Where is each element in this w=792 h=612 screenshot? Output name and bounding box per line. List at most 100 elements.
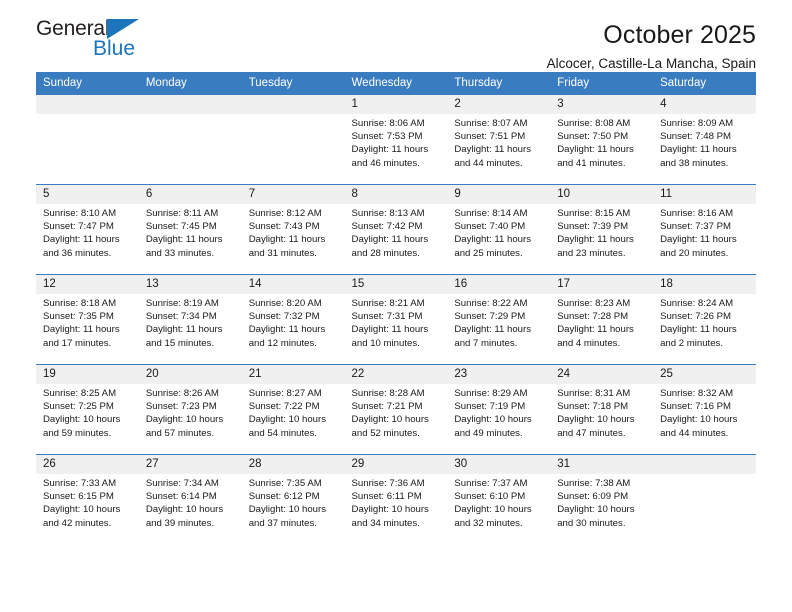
daylight-text-line1: Daylight: 11 hours [248, 324, 326, 336]
day-number: 17 [550, 275, 654, 294]
sunset-text: Sunset: 7:28 PM [557, 311, 629, 323]
day-cell: 29 Sunrise: 7:36 AM Sunset: 6:11 PM Dayl… [344, 454, 448, 545]
day-number: 27 [138, 455, 242, 474]
sunset-text: Sunset: 7:43 PM [248, 221, 320, 233]
day-cell: 1 Sunrise: 8:06 AM Sunset: 7:53 PM Dayli… [344, 94, 448, 185]
sunrise-text: Sunrise: 8:10 AM [43, 208, 117, 219]
day-details: Sunrise: 8:21 AM Sunset: 7:31 PM Dayligh… [345, 294, 448, 350]
sunset-text: Sunset: 7:47 PM [43, 221, 114, 233]
day-details: Sunrise: 8:31 AM Sunset: 7:18 PM Dayligh… [550, 384, 653, 440]
day-cell: 18 Sunrise: 8:24 AM Sunset: 7:26 PM Dayl… [653, 274, 756, 365]
sunset-text: Sunset: 7:42 PM [351, 221, 423, 233]
daylight-text-line1: Daylight: 10 hours [454, 504, 532, 516]
day-details: Sunrise: 8:06 AM Sunset: 7:53 PM Dayligh… [345, 114, 448, 170]
sunrise-text: Sunrise: 8:25 AM [43, 388, 117, 399]
day-details: Sunrise: 7:35 AM Sunset: 6:12 PM Dayligh… [242, 474, 345, 530]
day-cell: 11 Sunrise: 8:16 AM Sunset: 7:37 PM Dayl… [653, 184, 756, 275]
daylight-text-line2: and 42 minutes. [43, 517, 112, 529]
sunrise-text: Sunrise: 8:16 AM [660, 208, 734, 219]
daylight-text-line2: and 4 minutes. [557, 337, 621, 349]
sunrise-text: Sunrise: 8:28 AM [351, 388, 425, 399]
sunrise-text: Sunrise: 7:36 AM [351, 478, 425, 489]
day-cell: 25 Sunrise: 8:32 AM Sunset: 7:16 PM Dayl… [653, 364, 756, 455]
day-cell: 22 Sunrise: 8:28 AM Sunset: 7:21 PM Dayl… [344, 364, 448, 455]
day-details: Sunrise: 8:22 AM Sunset: 7:29 PM Dayligh… [447, 294, 550, 350]
sunrise-text: Sunrise: 7:38 AM [557, 478, 631, 489]
day-cell: 30 Sunrise: 7:37 AM Sunset: 6:10 PM Dayl… [447, 454, 551, 545]
day-details: Sunrise: 8:27 AM Sunset: 7:22 PM Dayligh… [242, 384, 345, 440]
day-number: 1 [344, 95, 448, 114]
day-cell: 19 Sunrise: 8:25 AM Sunset: 7:25 PM Dayl… [36, 364, 139, 455]
sunrise-text: Sunrise: 8:13 AM [351, 208, 425, 219]
day-number: 25 [653, 365, 756, 384]
daylight-text-line1: Daylight: 10 hours [43, 504, 121, 516]
daylight-text-line1: Daylight: 10 hours [351, 504, 429, 516]
daylight-text-line2: and 30 minutes. [557, 517, 626, 529]
sunset-text: Sunset: 6:14 PM [145, 491, 217, 503]
daylight-text-line1: Daylight: 10 hours [557, 504, 635, 516]
day-number: 28 [241, 455, 345, 474]
daylight-text-line2: and 46 minutes. [351, 157, 420, 169]
day-details: Sunrise: 8:26 AM Sunset: 7:23 PM Dayligh… [139, 384, 242, 440]
daylight-text-line2: and 54 minutes. [248, 427, 317, 439]
sunset-text: Sunset: 7:32 PM [248, 311, 320, 323]
day-details: Sunrise: 7:34 AM Sunset: 6:14 PM Dayligh… [139, 474, 242, 530]
day-details: Sunrise: 8:14 AM Sunset: 7:40 PM Dayligh… [447, 204, 550, 260]
day-number: 3 [550, 95, 654, 114]
daylight-text-line1: Daylight: 11 hours [351, 234, 429, 246]
day-number: 2 [447, 95, 551, 114]
daylight-text-line2: and 38 minutes. [660, 157, 729, 169]
weekday-header-wednesday: Wednesday [344, 72, 448, 95]
day-cell: 20 Sunrise: 8:26 AM Sunset: 7:23 PM Dayl… [138, 364, 242, 455]
daylight-text-line2: and 34 minutes. [351, 517, 420, 529]
sunrise-text: Sunrise: 7:37 AM [454, 478, 528, 489]
daylight-text-line2: and 12 minutes. [248, 337, 317, 349]
sunset-text: Sunset: 7:18 PM [557, 401, 629, 413]
day-number: 14 [241, 275, 345, 294]
daylight-text-line2: and 47 minutes. [557, 427, 626, 439]
day-number: 24 [550, 365, 654, 384]
daylight-text-line2: and 7 minutes. [454, 337, 518, 349]
day-cell: 4 Sunrise: 8:09 AM Sunset: 7:48 PM Dayli… [653, 94, 756, 185]
sunrise-text: Sunrise: 8:08 AM [557, 118, 631, 129]
day-cell: 17 Sunrise: 8:23 AM Sunset: 7:28 PM Dayl… [550, 274, 654, 365]
sunset-text: Sunset: 7:21 PM [351, 401, 423, 413]
daylight-text-line1: Daylight: 11 hours [557, 144, 634, 156]
calendar-body: 1 Sunrise: 8:06 AM Sunset: 7:53 PM Dayli… [36, 94, 756, 545]
sunrise-text: Sunrise: 8:15 AM [557, 208, 631, 219]
day-number [36, 95, 139, 114]
sunset-text: Sunset: 7:51 PM [454, 131, 526, 143]
daylight-text-line1: Daylight: 11 hours [557, 324, 634, 336]
sunrise-text: Sunrise: 8:21 AM [351, 298, 425, 309]
generalblue-logo: General Blue [36, 18, 196, 70]
day-details: Sunrise: 8:23 AM Sunset: 7:28 PM Dayligh… [550, 294, 653, 350]
daylight-text-line1: Daylight: 10 hours [248, 414, 327, 426]
weekday-header-monday: Monday [138, 72, 242, 95]
weekday-header-friday: Friday [550, 72, 654, 95]
sunset-text: Sunset: 7:37 PM [660, 221, 731, 233]
daylight-text-line2: and 15 minutes. [145, 337, 215, 349]
daylight-text-line2: and 23 minutes. [557, 247, 626, 259]
weekday-header-sunday: Sunday [36, 72, 139, 95]
sunrise-text: Sunrise: 8:31 AM [557, 388, 631, 399]
day-details: Sunrise: 8:15 AM Sunset: 7:39 PM Dayligh… [550, 204, 653, 260]
daylight-text-line1: Daylight: 10 hours [145, 414, 224, 426]
sunrise-text: Sunrise: 8:32 AM [660, 388, 734, 399]
calendar-grid: Sunday Monday Tuesday Wednesday Thursday… [36, 72, 756, 545]
day-number [241, 95, 345, 114]
daylight-text-line2: and 17 minutes. [43, 337, 112, 349]
sunrise-text: Sunrise: 8:24 AM [660, 298, 734, 309]
sunset-text: Sunset: 7:31 PM [351, 311, 423, 323]
weekday-header-thursday: Thursday [447, 72, 551, 95]
day-details: Sunrise: 7:36 AM Sunset: 6:11 PM Dayligh… [345, 474, 448, 530]
sunset-text: Sunset: 7:29 PM [454, 311, 526, 323]
day-cell: 9 Sunrise: 8:14 AM Sunset: 7:40 PM Dayli… [447, 184, 551, 275]
daylight-text-line2: and 32 minutes. [454, 517, 523, 529]
sunset-text: Sunset: 6:12 PM [248, 491, 320, 503]
day-number: 18 [653, 275, 756, 294]
day-details: Sunrise: 8:24 AM Sunset: 7:26 PM Dayligh… [653, 294, 756, 350]
day-cell: 26 Sunrise: 7:33 AM Sunset: 6:15 PM Dayl… [36, 454, 139, 545]
sunrise-text: Sunrise: 8:20 AM [248, 298, 322, 309]
daylight-text-line1: Daylight: 11 hours [145, 324, 223, 336]
sunrise-text: Sunrise: 8:27 AM [248, 388, 322, 399]
